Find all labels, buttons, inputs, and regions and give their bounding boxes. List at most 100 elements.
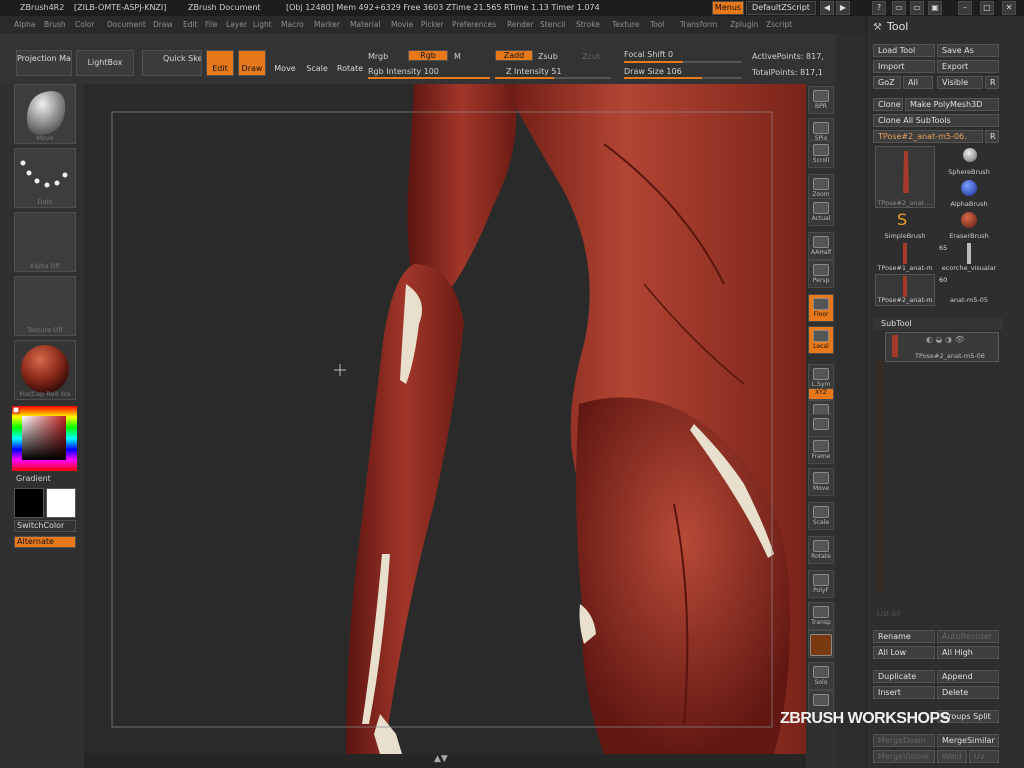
right-shelf-actual[interactable]: Actual — [808, 198, 834, 226]
menu-brush[interactable]: Brush — [44, 16, 66, 34]
menu-zscript[interactable]: Zscript — [766, 16, 792, 34]
lock-icon[interactable]: ▣ — [928, 1, 942, 15]
all-button[interactable]: All — [903, 76, 933, 89]
merge-down-button[interactable]: MergeDown — [873, 734, 935, 747]
merge-visible-button[interactable]: MergeVisible — [873, 750, 935, 763]
insert-button[interactable]: Insert — [873, 686, 935, 699]
menu-texture[interactable]: Texture — [612, 16, 639, 34]
menu-preferences[interactable]: Preferences — [452, 16, 496, 34]
menu-movie[interactable]: Movie — [391, 16, 413, 34]
import-button[interactable]: Import — [873, 60, 935, 73]
right-shelf-transp[interactable]: Transp — [808, 602, 834, 630]
right-shelf-local[interactable]: Local — [808, 326, 834, 354]
menu-tool[interactable]: Tool — [650, 16, 665, 34]
tool-thumb-alphabrush[interactable]: AlphaBrush — [939, 178, 999, 208]
right-shelf-solo[interactable]: Solo — [808, 662, 834, 690]
right-shelf-xyz[interactable]: XYZ — [808, 388, 834, 400]
rgb-button[interactable]: Rgb — [408, 50, 448, 61]
layout-icon[interactable]: ▭ — [892, 1, 906, 15]
uv-button[interactable]: Uv — [969, 750, 999, 763]
scale-button[interactable]: Scale — [303, 50, 331, 76]
make-polymesh-button[interactable]: Make PolyMesh3D — [905, 98, 999, 111]
draw-size-slider[interactable] — [624, 77, 742, 79]
close-icon[interactable]: ✕ — [1002, 1, 1016, 15]
zsub-button[interactable]: Zsub — [538, 52, 558, 61]
autoreorder-button[interactable]: AutoReorder — [937, 630, 999, 643]
layout2-icon[interactable]: ▭ — [910, 1, 924, 15]
m-button[interactable]: M — [454, 52, 461, 61]
tool-thumb-anat[interactable]: anat-m5-05 — [939, 274, 999, 306]
right-shelf-aahalf[interactable]: AAHalf — [808, 232, 834, 260]
right-shelf-scale[interactable]: Scale — [808, 502, 834, 530]
tool-thumb-tpose2b[interactable]: TPose#2_anat-m — [875, 274, 935, 306]
clone-all-subtools-button[interactable]: Clone All SubTools — [873, 114, 999, 127]
save-as-button[interactable]: Save As — [937, 44, 999, 57]
subtool-header[interactable]: SubTool — [873, 318, 1003, 330]
zadd-button[interactable]: Zadd — [495, 50, 533, 61]
all-low-button[interactable]: All Low — [873, 646, 935, 659]
draw-button[interactable]: Draw — [238, 50, 266, 76]
default-zscript-button[interactable]: DefaultZScript — [746, 1, 816, 15]
subtool-scrollbar[interactable] — [877, 362, 883, 592]
current-tool-r-button[interactable]: R — [985, 130, 999, 143]
move-button[interactable]: Move — [272, 50, 298, 76]
all-high-button[interactable]: All High — [937, 646, 999, 659]
alternate-button[interactable]: Alternate — [14, 536, 76, 548]
menu-edit[interactable]: Edit — [183, 16, 198, 34]
prev-arrow-icon[interactable]: ◀ — [820, 1, 834, 15]
main-color-swatch[interactable] — [46, 488, 76, 518]
menu-macro[interactable]: Macro — [281, 16, 304, 34]
color-picker[interactable] — [12, 406, 77, 471]
right-shelf-scroll[interactable]: Scroll — [808, 140, 834, 168]
tool-thumb-tpose2[interactable]: TPose#2_anat-... — [875, 146, 935, 208]
switch-color-button[interactable]: SwitchColor — [14, 520, 76, 532]
rotate-button[interactable]: Rotate — [335, 50, 365, 76]
load-tool-button[interactable]: Load Tool — [873, 44, 935, 57]
right-shelf-rotate[interactable]: Rotate — [808, 536, 834, 564]
current-tool-name[interactable]: TPose#2_anat-m5-06. — [873, 130, 983, 143]
texture-thumbnail[interactable]: Texture Off — [14, 276, 76, 336]
menus-button[interactable]: Menus — [712, 1, 744, 15]
right-shelf-btn-19[interactable] — [808, 630, 834, 658]
menu-color[interactable]: Color — [75, 16, 95, 34]
menu-picker[interactable]: Picker — [421, 16, 443, 34]
export-button[interactable]: Export — [937, 60, 999, 73]
maximize-icon[interactable]: □ — [980, 1, 994, 15]
append-button[interactable]: Append — [937, 670, 999, 683]
duplicate-button[interactable]: Duplicate — [873, 670, 935, 683]
right-shelf-floor[interactable]: Floor — [808, 294, 834, 322]
menu-stencil[interactable]: Stencil — [540, 16, 565, 34]
menu-layer[interactable]: Layer — [226, 16, 247, 34]
lightbox-button[interactable]: LightBox — [76, 50, 134, 76]
brush-thumbnail[interactable]: Move — [14, 84, 76, 144]
document-canvas[interactable] — [84, 84, 806, 754]
help-icon[interactable]: ? — [872, 1, 886, 15]
right-shelf-frame[interactable]: Frame — [808, 436, 834, 464]
right-shelf-polyf[interactable]: PolyF — [808, 570, 834, 598]
r-button[interactable]: R — [985, 76, 999, 89]
secondary-color-swatch[interactable] — [14, 488, 44, 518]
menu-light[interactable]: Light — [253, 16, 272, 34]
material-thumbnail[interactable]: MatCap Red Wa — [14, 340, 76, 400]
projection-master-button[interactable]: Projection Master — [16, 50, 72, 76]
clone-button[interactable]: Clone — [873, 98, 903, 111]
menu-transform[interactable]: Transform — [680, 16, 717, 34]
tool-thumb-ecorche[interactable]: ecorche_visualar — [939, 242, 999, 274]
menu-stroke[interactable]: Stroke — [576, 16, 600, 34]
menu-document[interactable]: Document — [107, 16, 146, 34]
menu-file[interactable]: File — [205, 16, 218, 34]
subtool-visibility-icons[interactable]: ◐ ◒ ◑ 👁 — [926, 335, 965, 344]
focal-shift-slider[interactable] — [624, 61, 742, 63]
menu-render[interactable]: Render — [507, 16, 534, 34]
delete-button[interactable]: Delete — [937, 686, 999, 699]
alpha-thumbnail[interactable]: Alpha Off — [14, 212, 76, 272]
list-all-button[interactable]: List All — [877, 610, 900, 618]
right-shelf-move[interactable]: Move — [808, 468, 834, 496]
quick-sketch-button[interactable]: Quick Sketch — [142, 50, 202, 76]
tool-thumb-simplebrush[interactable]: S SimpleBrush — [875, 210, 935, 240]
zcut-button[interactable]: Zcut — [582, 52, 600, 61]
menu-draw[interactable]: Draw — [153, 16, 173, 34]
rename-button[interactable]: Rename — [873, 630, 935, 643]
menu-material[interactable]: Material — [350, 16, 380, 34]
subtool-item-active[interactable]: ◐ ◒ ◑ 👁 TPose#2_anat-m5-06 — [885, 332, 999, 362]
